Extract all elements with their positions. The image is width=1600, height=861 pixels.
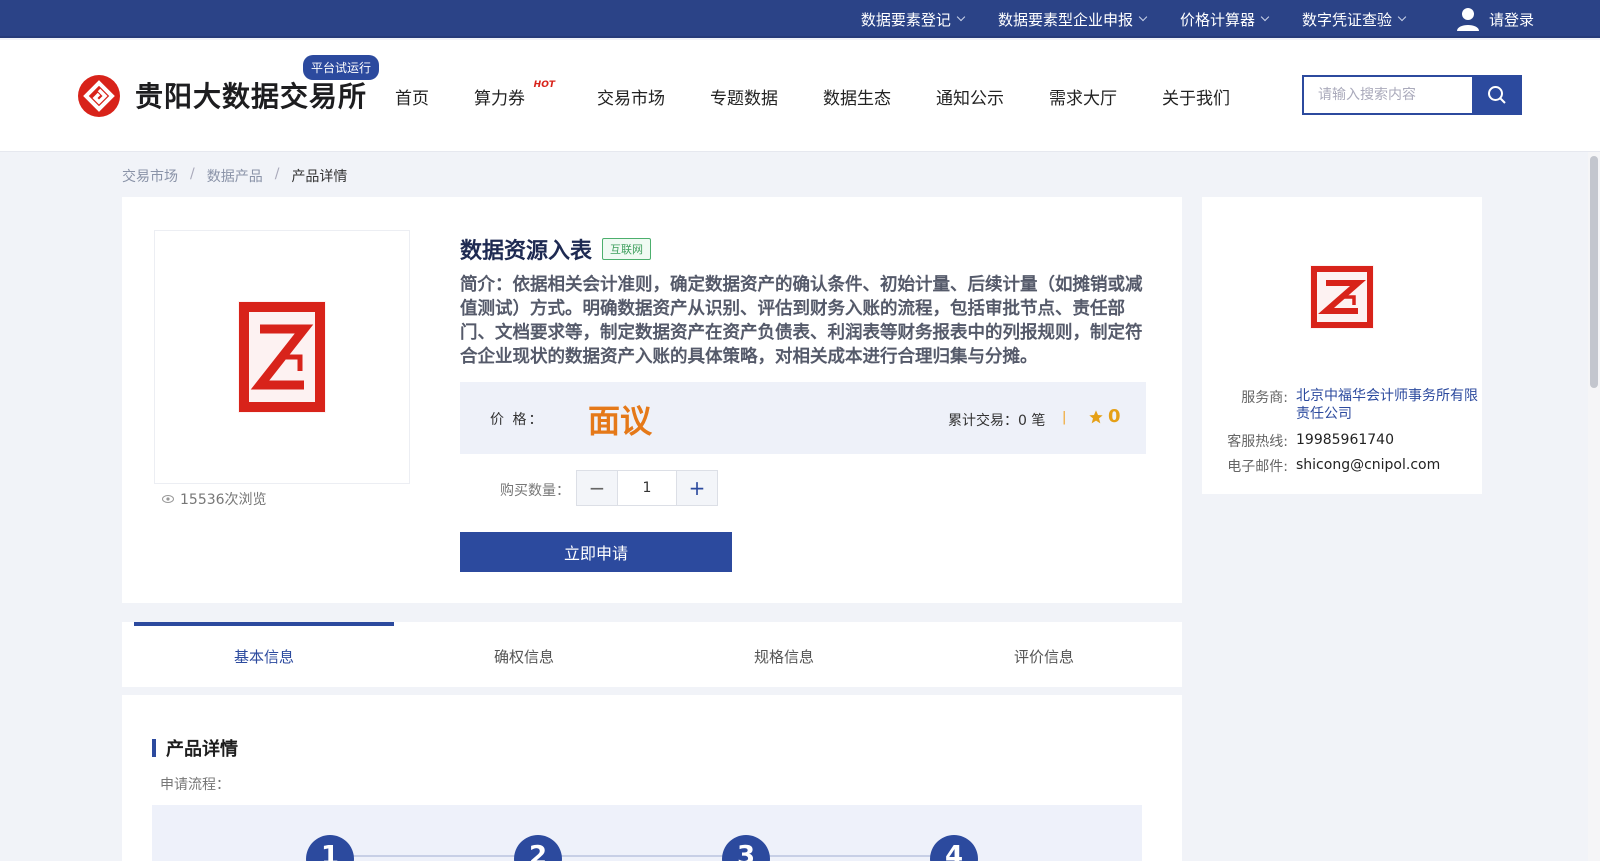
section-title: 产品详情 <box>152 735 238 761</box>
search-button[interactable] <box>1472 75 1522 115</box>
hot-badge: HOT <box>533 79 555 90</box>
top-bar: 数据要素登记 数据要素型企业申报 价格计算器 数字凭证查验 请登录 <box>0 0 1600 38</box>
provider-email: 电子邮件: shicong@cnipol.com <box>1227 457 1441 475</box>
nav-market[interactable]: 交易市场 <box>597 84 665 109</box>
site-header: 贵阳大数据交易所 平台试运行 首页 算力券 HOT 交易市场 专题数据 数据生态 … <box>0 40 1600 152</box>
page-scrollbar[interactable] <box>1588 152 1600 861</box>
search-input[interactable] <box>1302 75 1472 115</box>
top-link-enterprise-apply[interactable]: 数据要素型企业申报 <box>998 9 1148 30</box>
flow-step: 2 <box>514 835 562 861</box>
application-flow: 1 2 3 4 <box>152 805 1142 861</box>
chevron-down-icon <box>1397 12 1407 22</box>
quantity-label: 购买数量： <box>500 483 570 499</box>
nav-ecosystem[interactable]: 数据生态 <box>823 84 891 109</box>
provider-logo-icon <box>1310 265 1374 329</box>
flow-step: 3 <box>722 835 770 861</box>
search-icon <box>1488 86 1506 104</box>
nav-home[interactable]: 首页 <box>395 84 429 109</box>
trial-badge: 平台试运行 <box>303 55 380 80</box>
detail-tabs: 基本信息 确权信息 规格信息 评价信息 <box>122 622 1182 687</box>
nav-demand-hall[interactable]: 需求大厅 <box>1049 84 1117 109</box>
provider-hotline: 客服热线: 19985961740 <box>1227 432 1394 450</box>
login-button[interactable]: 请登录 <box>1456 7 1534 31</box>
divider: | <box>1062 410 1067 425</box>
breadcrumb-current: 产品详情 <box>291 169 348 185</box>
nav-topic-data[interactable]: 专题数据 <box>710 84 778 109</box>
breadcrumb-market[interactable]: 交易市场 <box>122 166 178 186</box>
top-link-certificate-check[interactable]: 数字凭证查验 <box>1302 9 1407 30</box>
nav-compute-voucher[interactable]: 算力券 HOT <box>474 80 555 109</box>
eye-icon <box>162 495 174 503</box>
product-card: 15536次浏览 数据资源入表 互联网 简介：依据相关会计准则，确定数据资产的确… <box>122 197 1182 603</box>
breadcrumb-separator: / <box>190 166 195 182</box>
category-tag: 互联网 <box>602 238 652 260</box>
search-box <box>1302 75 1522 115</box>
quantity-stepper: − 1 + <box>576 470 718 506</box>
quantity-input[interactable]: 1 <box>617 471 677 505</box>
price-box: 价 格： 面议 累计交易：0 笔 | 0 <box>460 382 1146 454</box>
chevron-down-icon <box>956 12 966 22</box>
tab-rights-info[interactable]: 确权信息 <box>394 622 654 687</box>
product-title: 数据资源入表 互联网 <box>460 233 652 265</box>
exchange-logo-icon[interactable] <box>78 75 120 117</box>
rating: 0 <box>1088 406 1121 427</box>
flow-step: 1 <box>306 835 354 861</box>
top-link-data-registration[interactable]: 数据要素登记 <box>861 9 966 30</box>
product-intro: 简介：依据相关会计准则，确定数据资产的确认条件、初始计量、后续计量（如摊销或减值… <box>460 275 1143 367</box>
main-nav: 首页 算力券 HOT 交易市场 专题数据 数据生态 通知公示 需求大厅 关于我们 <box>395 40 1275 152</box>
price-label: 价 格： <box>490 412 545 428</box>
top-links: 数据要素登记 数据要素型企业申报 价格计算器 数字凭证查验 请登录 <box>827 0 1534 38</box>
breadcrumb-separator: / <box>274 166 280 182</box>
nav-notices[interactable]: 通知公示 <box>936 84 1004 109</box>
product-logo-icon <box>238 301 326 413</box>
decrease-button[interactable]: − <box>577 471 617 505</box>
site-brand[interactable]: 贵阳大数据交易所 <box>135 75 367 115</box>
flow-step: 4 <box>930 835 978 861</box>
flow-label: 申请流程： <box>160 777 230 793</box>
provider-card: 服务商: 北京中福华会计师事务所有限责任公司 客服热线: 19985961740… <box>1202 197 1482 494</box>
product-detail-section: 产品详情 申请流程： 1 2 3 4 <box>122 695 1182 861</box>
tab-spec-info[interactable]: 规格信息 <box>654 622 914 687</box>
scrollbar-thumb[interactable] <box>1590 156 1598 388</box>
provider-service: 服务商: 北京中福华会计师事务所有限责任公司 <box>1241 387 1480 423</box>
product-image <box>154 230 410 484</box>
star-icon <box>1089 409 1103 423</box>
transaction-count: 累计交易：0 笔 <box>948 413 1046 429</box>
price-value: 面议 <box>588 402 653 440</box>
title-accent-bar <box>152 739 156 757</box>
top-link-price-calculator[interactable]: 价格计算器 <box>1180 9 1270 30</box>
breadcrumb-data-products[interactable]: 数据产品 <box>207 166 263 186</box>
chevron-down-icon <box>1138 12 1148 22</box>
user-icon <box>1456 8 1479 31</box>
tab-review-info[interactable]: 评价信息 <box>914 622 1174 687</box>
provider-name-link[interactable]: 北京中福华会计师事务所有限责任公司 <box>1296 387 1480 423</box>
chevron-down-icon <box>1260 12 1270 22</box>
apply-button[interactable]: 立即申请 <box>460 532 732 572</box>
nav-about[interactable]: 关于我们 <box>1162 84 1230 109</box>
view-count: 15536次浏览 <box>162 489 267 509</box>
increase-button[interactable]: + <box>677 471 717 505</box>
tab-basic-info[interactable]: 基本信息 <box>134 622 394 687</box>
breadcrumb: 交易市场 / 数据产品 / 产品详情 <box>122 166 347 186</box>
flow-connector <box>332 855 972 857</box>
